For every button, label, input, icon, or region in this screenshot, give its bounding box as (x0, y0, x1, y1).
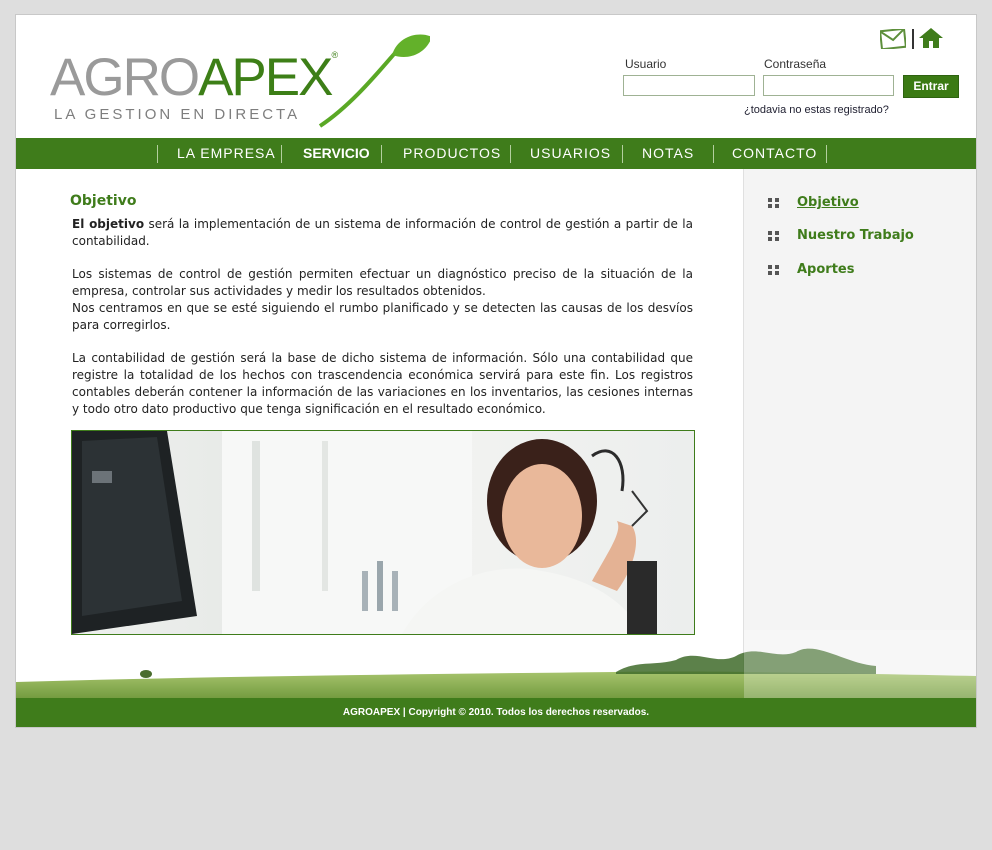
bullet-icon (768, 198, 779, 208)
nav-separator (281, 145, 282, 163)
nav-separator (713, 145, 714, 163)
logo[interactable]: AGROAPEX® LA GESTION EN DIRECTA (50, 31, 430, 131)
paragraph-objective: El objetivo será la implementación de un… (72, 216, 693, 250)
login-button[interactable]: Entrar (903, 75, 959, 98)
footer: AGROAPEX | Copyright © 2010. Todos los d… (16, 698, 976, 727)
register-link[interactable]: ¿todavia no estas registrado? (744, 104, 889, 116)
nav-separator (157, 145, 158, 163)
sidebar-item-label[interactable]: Aportes (797, 262, 854, 277)
logo-tagline: LA GESTION EN DIRECTA (54, 106, 301, 123)
paragraph-accounting: La contabilidad de gestión será la base … (72, 351, 693, 416)
paragraph-control-systems: Los sistemas de control de gestión permi… (72, 267, 693, 298)
page-container: AGROAPEX® LA GESTION EN DIRECTA Usuario … (15, 14, 977, 728)
bullet-icon (768, 265, 779, 275)
home-icon[interactable] (918, 27, 944, 49)
nav-item-productos[interactable]: PRODUCTOS (403, 138, 501, 169)
photo-illustration (72, 431, 657, 634)
nav-separator (510, 145, 511, 163)
nav-separator (622, 145, 623, 163)
hero-photo (71, 430, 695, 635)
nav-separator (381, 145, 382, 163)
nav-item-usuarios[interactable]: USUARIOS (530, 138, 611, 169)
sidebar-item-label[interactable]: Objetivo (797, 195, 859, 210)
nav-item-servicio[interactable]: SERVICIO (303, 138, 370, 169)
nav-item-contacto[interactable]: CONTACTO (732, 138, 817, 169)
user-input[interactable] (623, 75, 755, 96)
nav-item-notas[interactable]: NOTAS (642, 138, 694, 169)
nav-separator (826, 145, 827, 163)
password-input[interactable] (763, 75, 894, 96)
mail-icon[interactable] (880, 29, 906, 49)
page-title: Objetivo (70, 193, 137, 209)
main-nav: LA EMPRESA SERVICIO PRODUCTOS USUARIOS N… (16, 138, 976, 169)
objective-text: será la implementación de un sistema de … (72, 217, 693, 248)
sidebar-item-label[interactable]: Nuestro Trabajo (797, 228, 914, 243)
paragraph-focus: Nos centramos en que se esté siguiendo e… (72, 301, 693, 332)
sidebar: Objetivo Nuestro Trabajo Aportes (743, 169, 976, 693)
password-label: Contraseña (764, 57, 827, 71)
bullet-icon (768, 231, 779, 241)
nav-item-la-empresa[interactable]: LA EMPRESA (177, 138, 276, 169)
logo-wordmark: AGROAPEX® (50, 48, 338, 107)
icon-separator (912, 29, 914, 49)
objective-bold: El objetivo (72, 217, 145, 231)
user-label: Usuario (625, 57, 667, 71)
